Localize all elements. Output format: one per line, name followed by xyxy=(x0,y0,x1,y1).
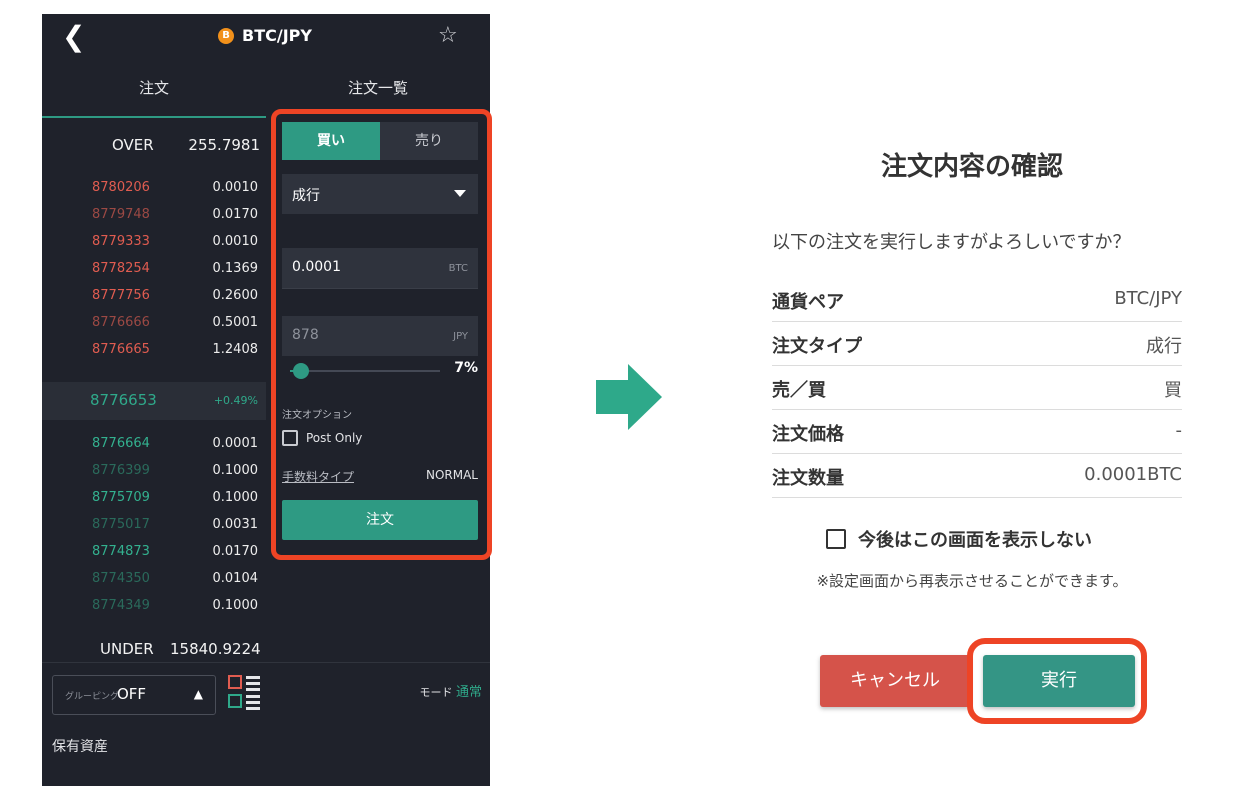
confirm-key: 注文価格 xyxy=(772,424,844,445)
ask-price: 8777756 xyxy=(92,288,150,303)
updown-icon: ▲︎ xyxy=(193,687,203,701)
confirm-row: 通貨ペア BTC/JPY xyxy=(772,278,1182,322)
confirm-value: - xyxy=(1175,420,1183,441)
ask-price: 8779333 xyxy=(92,234,150,249)
bid-price: 8774350 xyxy=(92,571,150,586)
mode-indicator[interactable]: モード 通常 xyxy=(419,681,482,700)
dont-show-label: 今後はこの画面を表示しない xyxy=(858,530,1092,551)
confirm-row: 注文タイプ 成行 xyxy=(772,322,1182,366)
bid-price: 8774873 xyxy=(92,544,150,559)
dont-show-checkbox[interactable] xyxy=(826,529,846,549)
app-header: ❮ B BTC/JPY ☆ xyxy=(42,14,490,62)
ask-row[interactable]: 8776665 1.2408 xyxy=(42,338,266,365)
ask-qty: 0.0010 xyxy=(212,180,259,195)
bid-row[interactable]: 8774350 0.0104 xyxy=(42,567,266,594)
price-change: +0.49% xyxy=(213,394,258,407)
last-price-row: 8776653 +0.49% xyxy=(42,382,266,420)
bid-price: 8775709 xyxy=(92,490,150,505)
confirm-key: 注文数量 xyxy=(772,468,844,489)
dialog-message: 以下の注文を実行しますがよろしいですか？ xyxy=(772,232,1131,253)
bid-row[interactable]: 8775709 0.1000 xyxy=(42,486,266,513)
ask-row[interactable]: 8779748 0.0170 xyxy=(42,203,266,230)
confirm-value: BTC/JPY xyxy=(1114,288,1182,309)
last-price: 8776653 xyxy=(90,391,157,409)
bid-price: 8776664 xyxy=(92,436,150,451)
dialog-note: ※設定画面から再表示させることができます。 xyxy=(816,572,1128,590)
ask-price: 8776666 xyxy=(92,315,150,330)
ask-qty: 0.1369 xyxy=(212,261,259,276)
bid-qty: 0.1000 xyxy=(212,490,259,505)
under-value: 15840.9224 xyxy=(170,640,261,658)
confirm-row: 注文価格 - xyxy=(772,410,1182,454)
confirm-table: 通貨ペア BTC/JPY 注文タイプ 成行 売／買 買 注文価格 - 注文数量 … xyxy=(772,278,1182,498)
ask-row[interactable]: 8780206 0.0010 xyxy=(42,176,266,203)
bid-qty: 0.0170 xyxy=(212,544,259,559)
active-tab-indicator xyxy=(42,116,266,118)
ask-price: 8776665 xyxy=(92,342,150,357)
bid-qty: 0.0001 xyxy=(212,436,259,451)
ask-qty: 0.5001 xyxy=(212,315,259,330)
ask-qty: 0.2600 xyxy=(212,288,259,303)
bid-row[interactable]: 8776399 0.1000 xyxy=(42,459,266,486)
confirm-key: 売／買 xyxy=(772,380,826,401)
mode-value: 通常 xyxy=(455,685,482,700)
bid-row[interactable]: 8774349 0.1000 xyxy=(42,594,266,621)
confirm-value: 買 xyxy=(1164,380,1182,401)
grouping-value: OFF xyxy=(117,685,147,703)
ask-price: 8780206 xyxy=(92,180,150,195)
cancel-button[interactable]: キャンセル xyxy=(820,655,970,707)
bid-qty: 0.1000 xyxy=(212,598,259,613)
dialog-title: 注文内容の確認 xyxy=(880,152,1063,182)
confirm-row: 売／買 買 xyxy=(772,366,1182,410)
orderbook-layout-icon[interactable] xyxy=(228,673,260,711)
bid-row[interactable]: 8776664 0.0001 xyxy=(42,432,266,459)
ask-row[interactable]: 8776666 0.5001 xyxy=(42,311,266,338)
bid-qty: 0.1000 xyxy=(212,463,259,478)
ask-price: 8778254 xyxy=(92,261,150,276)
ask-qty: 1.2408 xyxy=(212,342,259,357)
execute-button-highlight xyxy=(967,638,1147,724)
bid-row[interactable]: 8775017 0.0031 xyxy=(42,513,266,540)
pair-label: BTC/JPY xyxy=(242,26,312,45)
mode-label: モード xyxy=(419,686,453,699)
dont-show-option[interactable]: 今後はこの画面を表示しない xyxy=(826,526,1092,552)
confirm-value: 成行 xyxy=(1146,336,1182,357)
grouping-select[interactable]: グルーピング OFF ▲︎ xyxy=(52,675,216,715)
holdings-label: 保有資産 xyxy=(52,739,108,755)
star-outline-icon[interactable]: ☆ xyxy=(438,20,458,52)
confirm-value: 0.0001BTC xyxy=(1084,464,1182,485)
under-label: UNDER xyxy=(100,640,154,658)
ask-qty: 0.0010 xyxy=(212,234,259,249)
grouping-label: グルーピング xyxy=(65,692,120,702)
arrow-head-icon xyxy=(628,364,662,430)
ask-qty: 0.0170 xyxy=(212,207,259,222)
bid-row[interactable]: 8774873 0.0170 xyxy=(42,540,266,567)
over-value: 255.7981 xyxy=(188,136,260,154)
bottom-bar: グルーピング OFF ▲︎ モード 通常 xyxy=(42,662,490,724)
confirm-key: 注文タイプ xyxy=(772,336,862,357)
bid-price: 8776399 xyxy=(92,463,150,478)
ask-price: 8779748 xyxy=(92,207,150,222)
bid-qty: 0.0104 xyxy=(212,571,259,586)
bid-qty: 0.0031 xyxy=(212,517,259,532)
chevron-left-icon[interactable]: ❮ xyxy=(62,20,85,54)
over-row: OVER 255.7981 xyxy=(42,136,266,164)
tab-order[interactable]: 注文 xyxy=(42,62,266,118)
ask-row[interactable]: 8777756 0.2600 xyxy=(42,284,266,311)
ask-row[interactable]: 8778254 0.1369 xyxy=(42,257,266,284)
confirm-key: 通貨ペア xyxy=(772,292,844,313)
bid-price: 8775017 xyxy=(92,517,150,532)
pair-title: B BTC/JPY xyxy=(218,26,312,45)
confirm-row: 注文数量 0.0001BTC xyxy=(772,454,1182,498)
bitcoin-icon: B xyxy=(218,27,234,44)
ask-row[interactable]: 8779333 0.0010 xyxy=(42,230,266,257)
order-form-highlight xyxy=(271,109,492,560)
bid-price: 8774349 xyxy=(92,598,150,613)
arrow-right-icon xyxy=(596,380,630,414)
over-label: OVER xyxy=(112,136,154,154)
